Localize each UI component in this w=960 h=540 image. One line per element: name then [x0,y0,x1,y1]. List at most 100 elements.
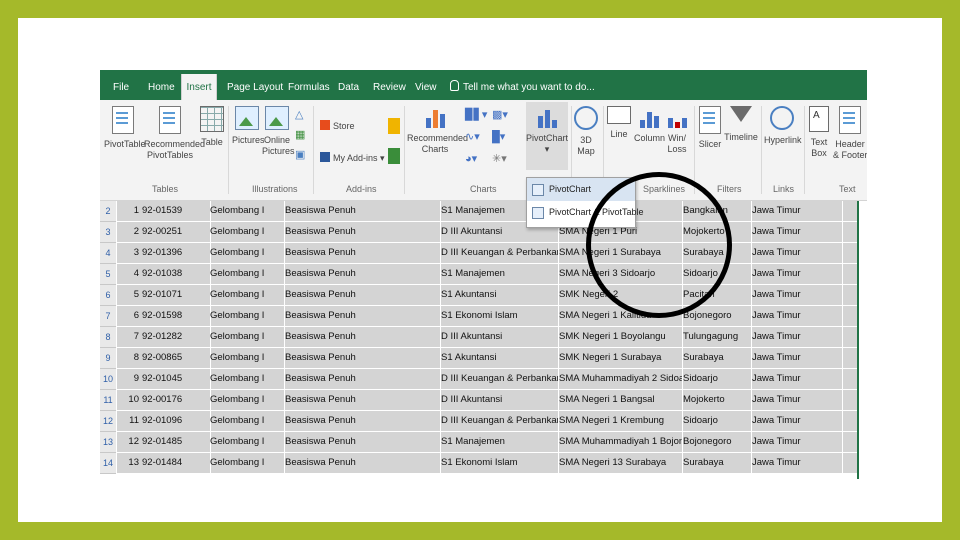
cell-bea[interactable]: Beasiswa Penuh [283,411,441,431]
tab-page-layout[interactable]: Page Layout [227,70,283,100]
tab-data[interactable]: Data [338,70,359,100]
online-pictures-button[interactable]: Online Pictures [262,106,295,157]
table-row[interactable]: 5 4 92-01038 Gelombang I Beasiswa Penuh S1 Ma… [100,264,867,285]
cell-gel[interactable]: Gelombang I [208,306,285,326]
cell-id[interactable]: 92-00251 [140,222,211,242]
cell-bea[interactable]: Beasiswa Penuh [283,306,441,326]
cell-prodi[interactable]: S1 Ekonomi Islam [439,453,559,473]
cell-id[interactable]: 92-01396 [140,243,211,263]
table-row[interactable]: 4 3 92-01396 Gelombang I Beasiswa Penuh D III… [100,243,867,264]
table-row[interactable]: 8 7 92-01282 Gelombang I Beasiswa Penuh D III… [100,327,867,348]
cell-gel[interactable]: Gelombang I [208,264,285,284]
cell-no[interactable]: 3 [117,243,141,263]
table-row[interactable]: 14 13 92-01484 Gelombang I Beasiswa Penuh S1 … [100,453,867,474]
cell-prov[interactable]: Jawa Timur [750,411,843,431]
row-header[interactable]: 4 [100,243,116,264]
cell-gel[interactable]: Gelombang I [208,201,285,221]
cell-bea[interactable]: Beasiswa Penuh [283,453,441,473]
pictures-button[interactable]: Pictures [232,106,265,146]
3d-map-button[interactable]: 3D Map [574,106,598,157]
scatter-chart-icon[interactable]: ✳▾ [492,152,507,165]
row-header[interactable]: 5 [100,264,116,285]
cell-no[interactable]: 1 [117,201,141,221]
slicer-button[interactable]: Slicer [698,106,722,150]
cell-no[interactable]: 5 [117,285,141,305]
cell-prov[interactable]: Jawa Timur [750,390,843,410]
cell-sekolah[interactable]: SMA Negeri 3 Sidoarjo [557,264,683,284]
cell-prov[interactable]: Jawa Timur [750,327,843,347]
cell-gel[interactable]: Gelombang I [208,243,285,263]
cell-bea[interactable]: Beasiswa Penuh [283,243,441,263]
cell-bea[interactable]: Beasiswa Penuh [283,327,441,347]
cell-kota[interactable]: Sidoarjo [681,411,752,431]
table-row[interactable]: 11 10 92-00176 Gelombang I Beasiswa Penuh D I… [100,390,867,411]
hierarchy-chart-icon[interactable]: ▩▾ [492,108,508,121]
cell-sekolah[interactable]: SMK Negeri 2 [557,285,683,305]
row-header[interactable]: 14 [100,453,116,474]
row-header[interactable]: 3 [100,222,116,243]
spreadsheet-grid[interactable]: 2 1 92-01539 Gelombang I Beasiswa Penuh S1 Ma… [100,201,867,474]
cell-no[interactable]: 2 [117,222,141,242]
table-row[interactable]: 3 2 92-00251 Gelombang I Beasiswa Penuh D III… [100,222,867,243]
cell-kota[interactable]: Mojokerto [681,390,752,410]
cell-id[interactable]: 92-00865 [140,348,211,368]
cell-prodi[interactable]: D III Akuntansi [439,390,559,410]
cell-id[interactable]: 92-01484 [140,453,211,473]
smartart-icon[interactable]: ▦ [295,128,305,141]
tab-view[interactable]: View [415,70,437,100]
row-header[interactable]: 7 [100,306,116,327]
cell-sekolah[interactable]: SMA Negeri 1 Kalitidu [557,306,683,326]
screenshot-icon[interactable]: ▣ [295,148,305,161]
cell-bea[interactable]: Beasiswa Penuh [283,264,441,284]
row-header[interactable]: 8 [100,327,116,348]
cell-id[interactable]: 92-01282 [140,327,211,347]
cell-id[interactable]: 92-00176 [140,390,211,410]
cell-bea[interactable]: Beasiswa Penuh [283,432,441,452]
cell-prodi[interactable]: S1 Akuntansi [439,348,559,368]
cell-bea[interactable]: Beasiswa Penuh [283,390,441,410]
text-box-button[interactable]: Text Box [807,106,831,159]
table-row[interactable]: 12 11 92-01096 Gelombang I Beasiswa Penuh D I… [100,411,867,432]
cell-id[interactable]: 92-01485 [140,432,211,452]
cell-gel[interactable]: Gelombang I [208,348,285,368]
cell-prov[interactable]: Jawa Timur [750,453,843,473]
cell-no[interactable]: 7 [117,327,141,347]
cell-kota[interactable]: Mojokerto [681,222,752,242]
table-row[interactable]: 13 12 92-01485 Gelombang I Beasiswa Penuh S1 … [100,432,867,453]
cell-gel[interactable]: Gelombang I [208,327,285,347]
cell-id[interactable]: 92-01598 [140,306,211,326]
table-row[interactable]: 10 9 92-01045 Gelombang I Beasiswa Penuh D II… [100,369,867,390]
cell-prodi[interactable]: S1 Akuntansi [439,285,559,305]
cell-id[interactable]: 92-01038 [140,264,211,284]
sparkline-winloss-button[interactable]: Win/ Loss [665,106,689,155]
row-header[interactable]: 9 [100,348,116,369]
cell-prodi[interactable]: D III Keuangan & Perbankan [439,411,559,431]
cell-prov[interactable]: Jawa Timur [750,306,843,326]
table-button[interactable]: Table [200,106,224,148]
cell-kota[interactable]: Surabaya [681,453,752,473]
cell-kota[interactable]: Bojonegoro [681,432,752,452]
cell-gel[interactable]: Gelombang I [208,432,285,452]
cell-kota[interactable]: Bojonegoro [681,306,752,326]
cell-prov[interactable]: Jawa Timur [750,222,843,242]
cell-sekolah[interactable]: SMA Negeri 1 Surabaya [557,243,683,263]
cell-prov[interactable]: Jawa Timur [750,432,843,452]
cell-bea[interactable]: Beasiswa Penuh [283,222,441,242]
cell-sekolah[interactable]: SMA Negeri 13 Surabaya [557,453,683,473]
cell-kota[interactable]: Surabaya [681,243,752,263]
column-chart-icon[interactable]: ▉▋▾ [465,108,487,121]
cell-no[interactable]: 11 [117,411,141,431]
row-header[interactable]: 2 [100,201,116,222]
header-footer-button[interactable]: Header & Footer [833,106,867,161]
cell-sekolah[interactable]: SMA Negeri 1 Krembung [557,411,683,431]
cell-id[interactable]: 92-01096 [140,411,211,431]
tab-formulas[interactable]: Formulas [288,70,330,100]
cell-no[interactable]: 10 [117,390,141,410]
cell-kota[interactable]: Bangkalan [681,201,752,221]
recommended-charts-button[interactable]: Recommended Charts [407,106,468,155]
cell-kota[interactable]: Tulungagung [681,327,752,347]
table-row[interactable]: 2 1 92-01539 Gelombang I Beasiswa Penuh S1 Ma… [100,201,867,222]
cell-no[interactable]: 13 [117,453,141,473]
tab-file[interactable]: File [113,70,129,100]
cell-prov[interactable]: Jawa Timur [750,243,843,263]
